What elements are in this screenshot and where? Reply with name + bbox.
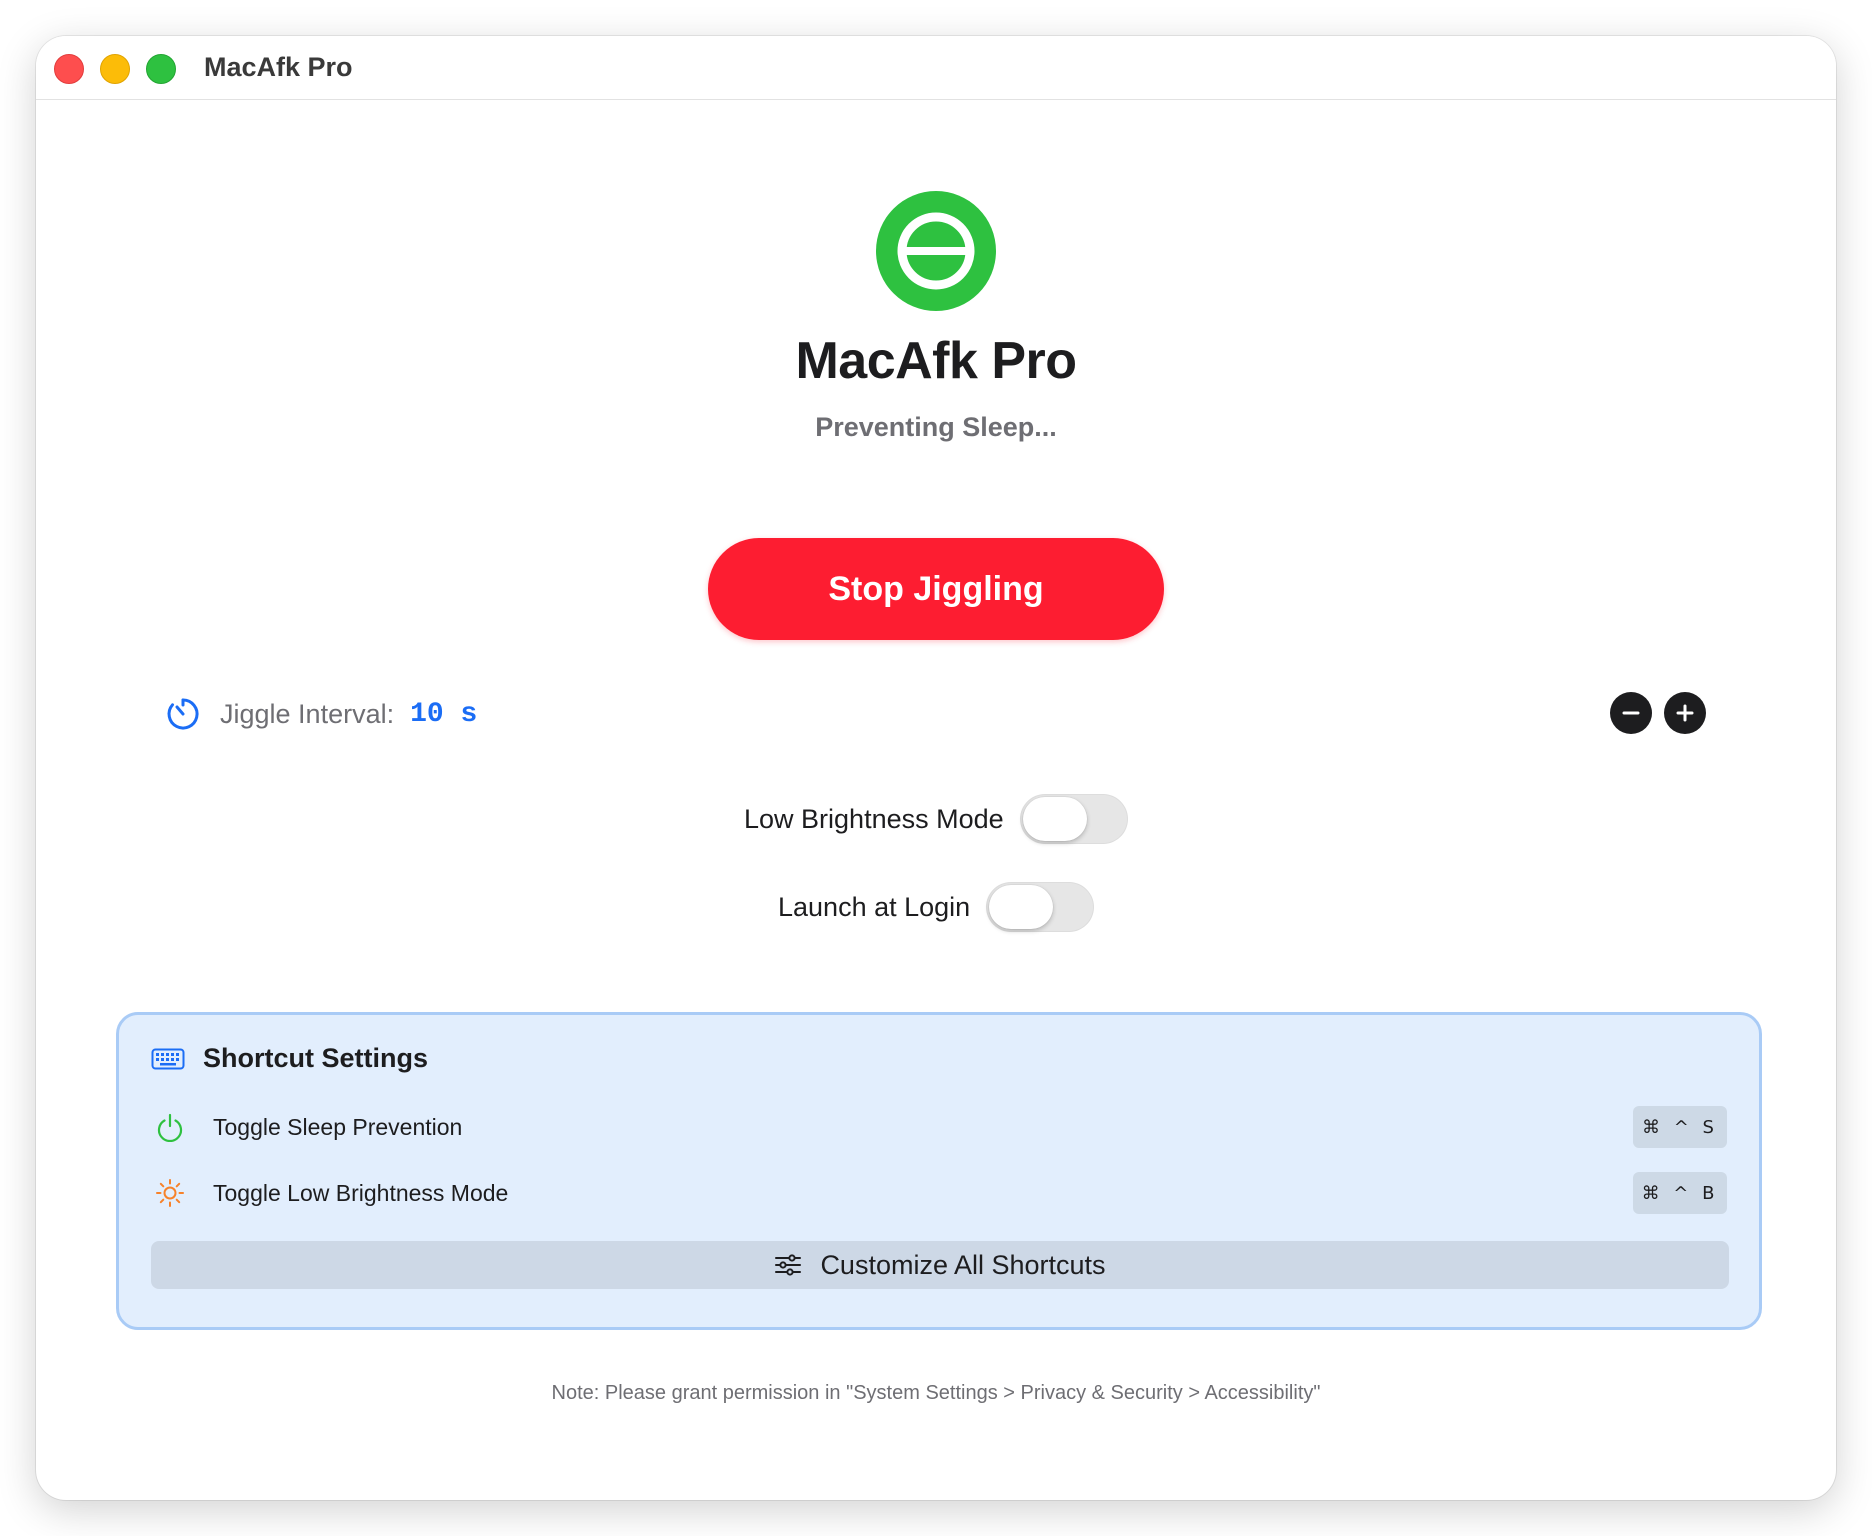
permission-note: Note: Please grant permission in "System… xyxy=(551,1382,1321,1404)
title-bar: MacAfk Pro xyxy=(36,36,1836,100)
sliders-icon xyxy=(775,1254,802,1276)
low-brightness-toggle[interactable] xyxy=(1019,794,1128,844)
customize-shortcuts-label: Customize All Shortcuts xyxy=(820,1249,1106,1280)
low-brightness-row: Low Brightness Mode xyxy=(744,794,1128,844)
power-icon xyxy=(157,1113,183,1142)
shortcut-label-sleep: Toggle Sleep Prevention xyxy=(213,1113,463,1140)
launch-at-login-row: Launch at Login xyxy=(778,882,1095,932)
decrease-interval-button[interactable] xyxy=(1610,692,1652,734)
shortcut-keys-brightness[interactable]: ⌘ ^ B xyxy=(1633,1172,1727,1214)
window-title: MacAfk Pro xyxy=(204,52,353,82)
jiggle-interval-label: Jiggle Interval: xyxy=(220,698,395,729)
keyboard-icon xyxy=(151,1048,185,1069)
app-window: MacAfk Pro MacAfk Pro Preventing Sleep..… xyxy=(36,36,1836,1500)
shortcut-keys-sleep[interactable]: ⌘ ^ S xyxy=(1633,1106,1727,1148)
shortcut-label-brightness: Toggle Low Brightness Mode xyxy=(213,1179,509,1206)
jiggle-interval-row: Jiggle Interval: 10 s xyxy=(164,694,477,734)
sun-icon xyxy=(156,1179,184,1207)
shortcut-row-sleep: Toggle Sleep Prevention ⌘ ^ S xyxy=(155,1106,1727,1148)
shortcut-settings-title: Shortcut Settings xyxy=(203,1043,429,1073)
status-text: Preventing Sleep... xyxy=(815,412,1057,442)
toggle-knob xyxy=(1022,797,1087,841)
launch-at-login-label: Launch at Login xyxy=(778,891,971,922)
zoom-window-button[interactable] xyxy=(146,54,176,84)
toggle-knob xyxy=(989,885,1054,929)
jiggle-interval-value: 10 s xyxy=(410,698,478,730)
minus-icon xyxy=(1622,711,1640,715)
sleep-indicator-icon xyxy=(876,191,996,311)
stop-jiggling-button[interactable]: Stop Jiggling xyxy=(708,538,1164,640)
timer-icon xyxy=(167,698,199,730)
plus-icon xyxy=(1676,704,1694,722)
close-window-button[interactable] xyxy=(54,54,84,84)
launch-at-login-toggle[interactable] xyxy=(986,882,1095,932)
minimize-window-button[interactable] xyxy=(100,54,130,84)
shortcut-settings-header: Shortcut Settings xyxy=(151,1043,428,1074)
app-name-heading: MacAfk Pro xyxy=(795,332,1077,390)
shortcut-row-brightness: Toggle Low Brightness Mode ⌘ ^ B xyxy=(155,1172,1727,1214)
shortcut-settings-panel: Shortcut Settings Toggle Sleep Preventio… xyxy=(116,1012,1762,1330)
customize-shortcuts-button[interactable]: Customize All Shortcuts xyxy=(151,1241,1729,1289)
increase-interval-button[interactable] xyxy=(1664,692,1706,734)
low-brightness-label: Low Brightness Mode xyxy=(744,803,1004,834)
